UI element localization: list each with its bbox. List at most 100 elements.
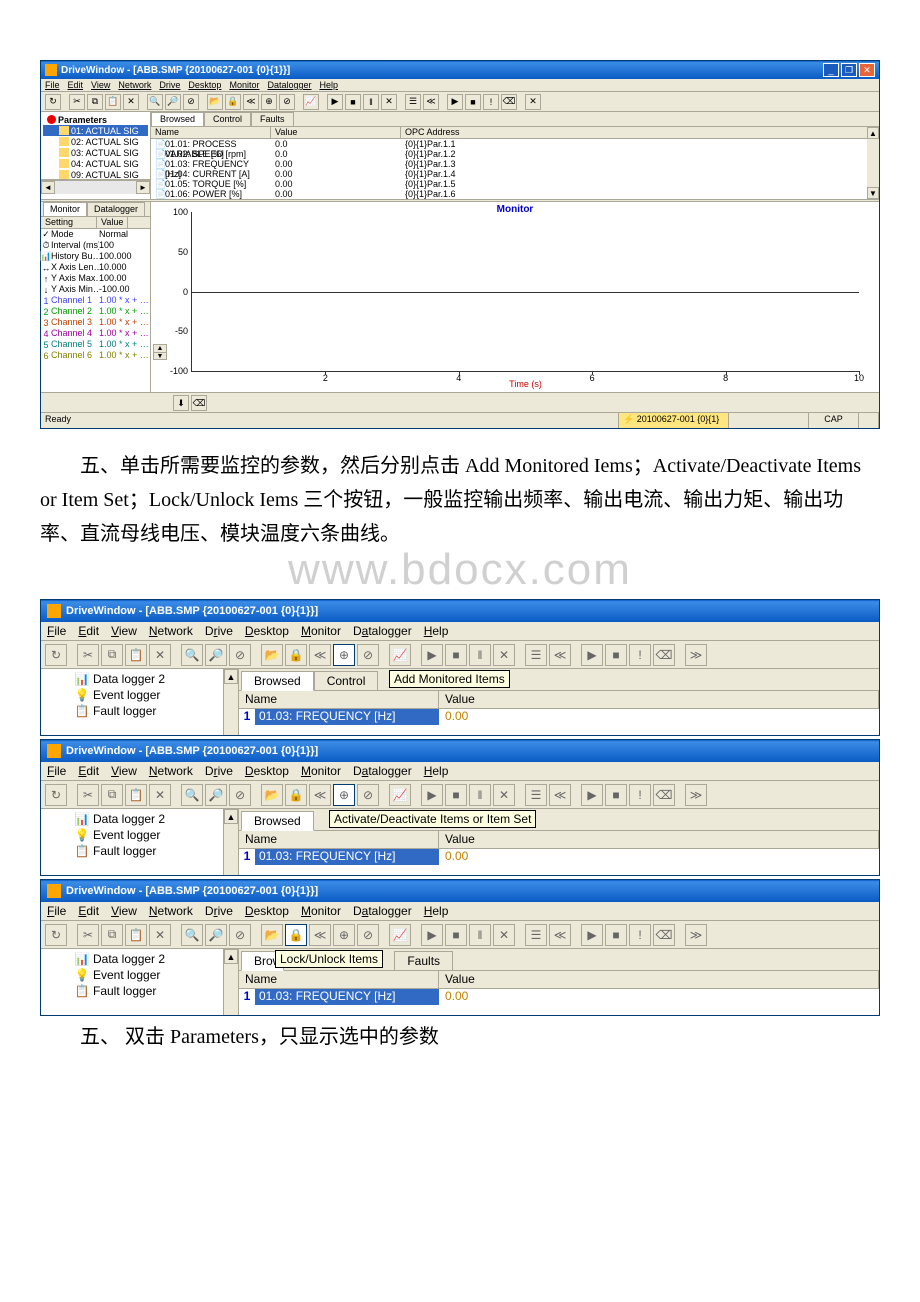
cancel-icon[interactable]: ✕ (493, 644, 515, 666)
zoom-reset-icon[interactable]: ⊘ (229, 924, 251, 946)
delete-icon[interactable]: ✕ (149, 644, 171, 666)
stop-icon[interactable]: ■ (445, 644, 467, 666)
play-icon[interactable]: ▶ (421, 924, 443, 946)
rewind-icon[interactable]: ≪ (309, 784, 331, 806)
settings-row[interactable]: 1Channel 11.00 * x + … (41, 295, 150, 306)
pause-icon[interactable]: ‖ (469, 784, 491, 806)
col-name[interactable]: Name (151, 127, 271, 138)
col-value[interactable]: Value (439, 831, 879, 848)
stop-icon[interactable]: ■ (345, 94, 361, 110)
menu-desktop[interactable]: Desktop (245, 624, 289, 638)
stop-icon[interactable]: ■ (445, 924, 467, 946)
tree-item-faultlogger[interactable]: 📋Fault logger (45, 843, 234, 859)
menu-drive[interactable]: Drive (205, 764, 233, 778)
col-name[interactable]: Name (239, 831, 439, 848)
tab-monitor[interactable]: Monitor (43, 202, 87, 216)
settings-row[interactable]: ↔X Axis Len…10.000 (41, 262, 150, 273)
back-icon[interactable]: ≪ (549, 924, 571, 946)
grid-row[interactable]: 📄01.01: PROCESS VARIABLE [%]0.0{0}{1}Par… (151, 139, 879, 149)
next-icon[interactable]: ≫ (685, 784, 707, 806)
grid-row[interactable]: 📄01.06: POWER [%]0.00{0}{1}Par.1.6 (151, 189, 879, 199)
menu-network[interactable]: Network (118, 80, 151, 90)
scroll-up-icon[interactable]: ▲ (224, 669, 238, 684)
cut-icon[interactable]: ✂ (77, 924, 99, 946)
zoom-in-icon[interactable]: 🔍 (181, 924, 203, 946)
refresh-icon[interactable]: ↻ (45, 784, 67, 806)
tree-item-datalogger2[interactable]: 📊Data logger 2 (45, 951, 234, 967)
link-icon[interactable]: ⊘ (357, 924, 379, 946)
next-icon[interactable]: ≫ (685, 644, 707, 666)
grid-v-scrollbar[interactable]: ▲ ▼ (867, 127, 879, 199)
settings-row[interactable]: ↓Y Axis Min…-100.00 (41, 284, 150, 295)
menu-file[interactable]: File (47, 624, 66, 638)
pause-icon[interactable]: ‖ (469, 924, 491, 946)
chart-icon[interactable]: 📈 (303, 94, 319, 110)
erase-icon[interactable]: ⌫ (653, 644, 675, 666)
open-icon[interactable]: 📂 (207, 94, 223, 110)
pause-icon[interactable]: ‖ (469, 644, 491, 666)
menu-drive[interactable]: Drive (159, 80, 180, 90)
warn-icon[interactable]: ! (629, 644, 651, 666)
zoom-in-icon[interactable]: 🔍 (181, 644, 203, 666)
col-value[interactable]: Value (439, 691, 879, 708)
tree-item-eventlogger[interactable]: 💡Event logger (45, 967, 234, 983)
list-icon[interactable]: ☰ (525, 644, 547, 666)
menu-network[interactable]: Network (149, 764, 193, 778)
zoom-out-icon[interactable]: 🔎 (165, 94, 181, 110)
erase-icon[interactable]: ⌫ (501, 94, 517, 110)
stop-icon[interactable]: ■ (445, 784, 467, 806)
minimize-button[interactable]: _ (823, 63, 839, 77)
zoom-out-icon[interactable]: 🔎 (205, 644, 227, 666)
play2-icon[interactable]: ▶ (447, 94, 463, 110)
play-icon[interactable]: ▶ (327, 94, 343, 110)
add-monitor-icon[interactable]: ⊕ (333, 924, 355, 946)
rewind-icon[interactable]: ≪ (243, 94, 259, 110)
menu-help[interactable]: Help (424, 904, 449, 918)
delete-icon[interactable]: ✕ (149, 784, 171, 806)
zoom-reset-icon[interactable]: ⊘ (229, 644, 251, 666)
settings-row[interactable]: ✓ModeNormal (41, 229, 150, 240)
paste-icon[interactable]: 📋 (105, 94, 121, 110)
chart-icon[interactable]: 📈 (389, 644, 411, 666)
scroll-left-icon[interactable]: ◄ (41, 181, 55, 194)
list-icon[interactable]: ☰ (525, 924, 547, 946)
rewind-icon[interactable]: ≪ (309, 644, 331, 666)
tree-v-scrollbar[interactable]: ▲ (223, 809, 238, 875)
stop2-icon[interactable]: ■ (605, 784, 627, 806)
settings-row[interactable]: ↑Y Axis Max…100.00 (41, 273, 150, 284)
grid-row[interactable]: 1 01.03: FREQUENCY [Hz] 0.00 (239, 709, 879, 725)
link-icon[interactable]: ⊘ (279, 94, 295, 110)
refresh-icon[interactable]: ↻ (45, 924, 67, 946)
activate-icon[interactable]: ⊕ (333, 784, 355, 806)
tab-control[interactable]: Control (314, 671, 379, 690)
tab-faults[interactable]: Faults (394, 951, 453, 970)
settings-row[interactable]: 3Channel 31.00 * x + … (41, 317, 150, 328)
col-value[interactable]: Value (439, 971, 879, 988)
col-name[interactable]: Name (239, 691, 439, 708)
copy-icon[interactable]: ⧉ (87, 94, 103, 110)
warn-icon[interactable]: ! (629, 784, 651, 806)
close-button[interactable]: ✕ (859, 63, 875, 77)
grid-row[interactable]: 📄01.04: CURRENT [A]0.00{0}{1}Par.1.4 (151, 169, 879, 179)
col-name[interactable]: Name (239, 971, 439, 988)
clear-icon[interactable]: ⌫ (191, 395, 207, 411)
menu-desktop[interactable]: Desktop (245, 764, 289, 778)
menu-datalogger[interactable]: Datalogger (353, 904, 412, 918)
tree-h-scrollbar[interactable]: ◄ ► (41, 180, 150, 194)
menu-monitor[interactable]: Monitor (301, 624, 341, 638)
erase-icon[interactable]: ⌫ (653, 924, 675, 946)
zoom-out-icon[interactable]: 🔎 (205, 924, 227, 946)
menu-view[interactable]: View (111, 764, 137, 778)
maximize-button[interactable]: ❐ (841, 63, 857, 77)
settings-row[interactable]: 6Channel 61.00 * x + … (41, 350, 150, 361)
grid-row[interactable]: 📄01.05: TORQUE [%]0.00{0}{1}Par.1.5 (151, 179, 879, 189)
menu-drive[interactable]: Drive (205, 624, 233, 638)
tree-item-datalogger2[interactable]: 📊Data logger 2 (45, 811, 234, 827)
delete-icon[interactable]: ✕ (149, 924, 171, 946)
zoom-in-icon[interactable]: 🔍 (181, 784, 203, 806)
cancel-icon[interactable]: ✕ (493, 924, 515, 946)
menu-datalogger[interactable]: Datalogger (353, 624, 412, 638)
warn-icon[interactable]: ! (629, 924, 651, 946)
tab-browsed[interactable]: Browsed (241, 811, 314, 831)
cancel-icon[interactable]: ✕ (493, 784, 515, 806)
